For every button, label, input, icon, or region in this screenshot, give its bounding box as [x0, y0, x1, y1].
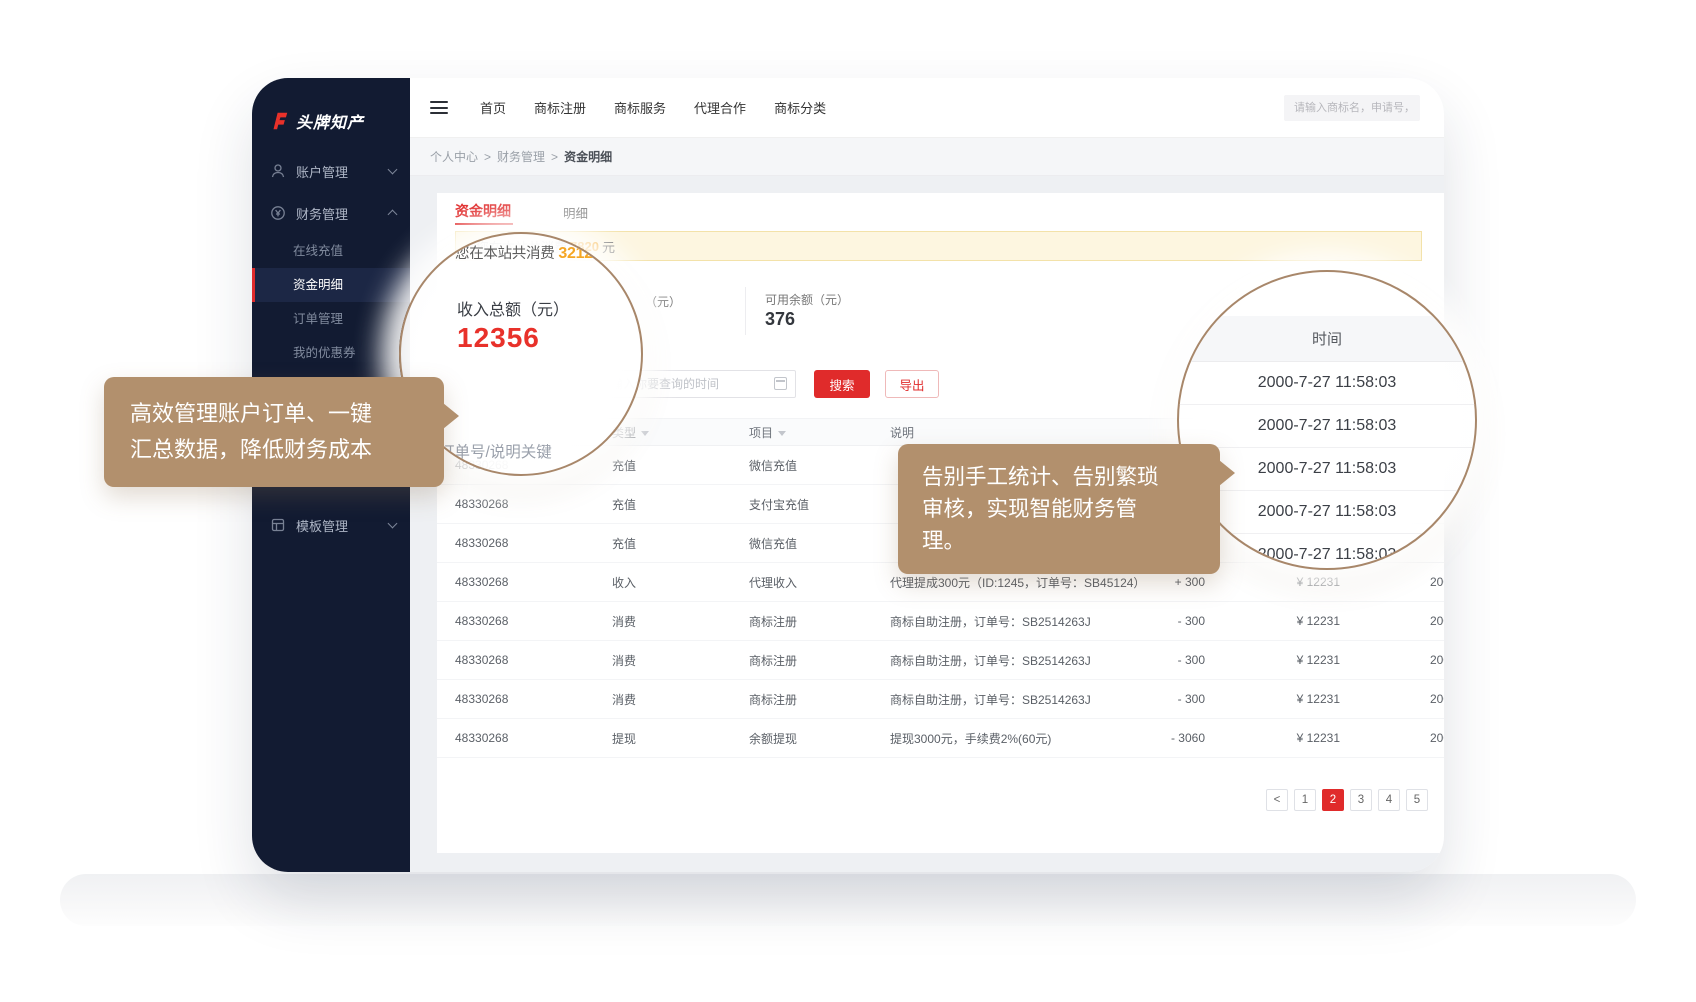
sidebar-item-online-recharge[interactable]: 在线充值: [252, 234, 410, 268]
header-project[interactable]: 项目: [749, 424, 890, 441]
table-row[interactable]: 48330268 消费 商标注册 商标自助注册，订单号：SB2514263J -…: [437, 641, 1444, 680]
notice-unit: 元: [602, 237, 615, 256]
tooltip-line: 审核，实现智能财务管: [922, 493, 1196, 525]
sidebar-item-label: 模板管理: [296, 516, 389, 535]
tooltip-line: 告别手工统计、告别繁琐: [922, 461, 1196, 493]
stat-expense-label: （元）: [645, 293, 681, 310]
chevron-down-icon: [388, 519, 398, 529]
hamburger-icon[interactable]: [430, 101, 448, 114]
logo-icon: [268, 110, 290, 132]
pagination-page-3[interactable]: 3: [1350, 789, 1372, 811]
header-desc: 说明: [890, 424, 1150, 441]
sidebar-item-my-coupons[interactable]: 我的优惠券: [252, 336, 410, 370]
table-row[interactable]: 48330268 提现 余额提现 提现3000元，手续费2%(60元) - 30…: [437, 719, 1444, 758]
tab-underline: [455, 223, 513, 225]
tooltip-line: 理。: [922, 525, 1196, 557]
nav-item-trademark-register[interactable]: 商标注册: [534, 98, 586, 117]
lens-time-cell: 2000-7-27 11:58:03: [1179, 405, 1475, 448]
nav-item-home[interactable]: 首页: [480, 98, 506, 117]
breadcrumb-separator: >: [484, 150, 491, 164]
logo[interactable]: 头牌知产: [252, 78, 410, 140]
chevron-down-icon: [388, 165, 398, 175]
top-navbar: 首页 商标注册 商标服务 代理合作 商标分类: [410, 78, 1444, 138]
stat-balance-label: 可用余额（元）: [765, 291, 849, 308]
sidebar-item-finance[interactable]: 财务管理: [252, 192, 410, 234]
pagination-page-2-active[interactable]: 2: [1322, 789, 1344, 811]
lens-time-cell: 2000-7-27 11:58:03: [1179, 362, 1475, 405]
export-button[interactable]: 导出: [885, 370, 939, 398]
lens-income-label: 收入总额（元）: [457, 296, 569, 320]
sort-caret-icon: [641, 431, 649, 436]
nav-item-agency[interactable]: 代理合作: [694, 98, 746, 117]
lens-time-header: 时间: [1179, 316, 1475, 362]
tooltip-line: 汇总数据，降低财务成本: [130, 432, 418, 468]
nav-item-trademark-category[interactable]: 商标分类: [774, 98, 826, 117]
pagination-prev-button[interactable]: <: [1266, 789, 1288, 811]
lens-income-value: 12356: [457, 322, 540, 354]
sidebar-item-funds-detail[interactable]: 资金明细: [252, 268, 410, 302]
breadcrumb-current: 资金明细: [564, 148, 612, 165]
pagination-page-5[interactable]: 5: [1406, 789, 1428, 811]
top-nav-items: 首页 商标注册 商标服务 代理合作 商标分类: [480, 98, 826, 117]
breadcrumb-separator: >: [551, 150, 558, 164]
stat-balance-value: 376: [765, 309, 795, 330]
tooltip-line: 高效管理账户订单、一键: [130, 396, 418, 432]
breadcrumb-item[interactable]: 财务管理: [497, 148, 545, 165]
lens-time-cell: 2000-7-27 11:58:03: [1179, 491, 1475, 534]
breadcrumb-item[interactable]: 个人中心: [430, 148, 478, 165]
laptop-base: [60, 874, 1636, 926]
pagination-page-1[interactable]: 1: [1294, 789, 1316, 811]
user-icon: [270, 163, 286, 179]
nav-item-trademark-services[interactable]: 商标服务: [614, 98, 666, 117]
lens-time-cell: 2000-7-27 11:58:03: [1179, 534, 1475, 570]
calendar-icon[interactable]: [774, 377, 787, 390]
logo-title: 头牌知产: [296, 109, 364, 133]
breadcrumb: 个人中心 > 财务管理 > 资金明细: [410, 138, 1444, 176]
magnifier-lens-right: 时间 2000-7-27 11:58:03 2000-7-27 11:58:03…: [1177, 270, 1477, 570]
sort-caret-icon: [778, 431, 786, 436]
template-icon: [270, 517, 286, 533]
table-row[interactable]: 48330268 消费 商标注册 商标自助注册，订单号：SB2514263J -…: [437, 680, 1444, 719]
header-type[interactable]: 类型: [612, 424, 749, 441]
finance-icon: [270, 205, 286, 221]
tooltip-smart-finance: 告别手工统计、告别繁琐 审核，实现智能财务管 理。: [898, 444, 1220, 574]
page-background: 头牌知产 账户管理 财务管理: [0, 0, 1696, 1002]
pagination-page-4[interactable]: 4: [1378, 789, 1400, 811]
tooltip-finance-efficiency: 高效管理账户订单、一键 汇总数据，降低财务成本: [104, 377, 444, 487]
search-button[interactable]: 搜索: [814, 370, 870, 398]
sidebar-item-template[interactable]: 模板管理: [252, 504, 410, 546]
lens-order-header: 订单号/说明关键: [439, 440, 552, 462]
search-input[interactable]: [1284, 95, 1420, 121]
tab-funds-detail[interactable]: 资金明细: [455, 201, 511, 221]
sidebar-item-order-management[interactable]: 订单管理: [252, 302, 410, 336]
tab-secondary[interactable]: 明细: [563, 203, 588, 222]
stat-divider: [745, 287, 746, 335]
sidebar-item-account[interactable]: 账户管理: [252, 150, 410, 192]
chevron-up-icon: [388, 210, 398, 220]
lens-notice-text: 您在本站共消费32124: [455, 242, 601, 263]
sidebar-item-label: 财务管理: [296, 204, 389, 223]
table-row[interactable]: 48330268 消费 商标注册 商标自助注册，订单号：SB2514263J -…: [437, 602, 1444, 641]
pagination: < 1 2 3 4 5: [1266, 789, 1428, 811]
sidebar-item-label: 账户管理: [296, 162, 389, 181]
